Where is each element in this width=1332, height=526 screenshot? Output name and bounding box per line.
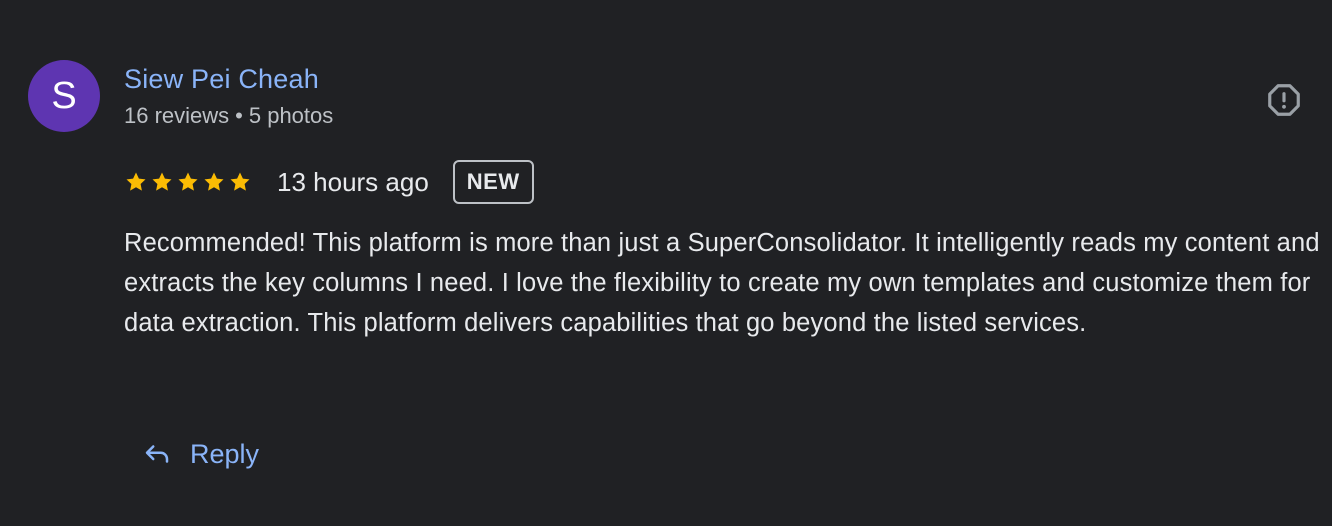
star-icon (152, 172, 172, 191)
star-rating (124, 170, 252, 194)
avatar[interactable]: S (28, 60, 100, 132)
star-icon (126, 172, 146, 191)
photos-count: 5 photos (248, 103, 334, 128)
avatar-letter: S (51, 74, 77, 117)
review-time: 13 hours ago (277, 167, 429, 197)
star-icon (178, 172, 198, 191)
star-icon (230, 172, 250, 191)
review-text: Recommended! This platform is more than … (124, 229, 1320, 337)
rating-row: 13 hours ago NEW (124, 158, 534, 206)
star-icon (204, 172, 224, 191)
reply-label: Reply (190, 438, 260, 469)
reply-button[interactable]: Reply (128, 428, 273, 480)
reviews-count: 16 reviews (124, 103, 230, 128)
author-name-link[interactable]: Siew Pei Cheah (124, 62, 319, 96)
review-card: S Siew Pei Cheah 16 reviews • 5 photos 13 … (0, 0, 1332, 526)
meta-separator: • (235, 103, 243, 128)
new-badge: NEW (452, 160, 534, 204)
report-flag-icon (1268, 84, 1300, 116)
report-review-button[interactable] (1262, 78, 1306, 122)
reply-arrow-icon (145, 445, 169, 463)
author-meta: 16 reviews • 5 photos (124, 102, 333, 130)
